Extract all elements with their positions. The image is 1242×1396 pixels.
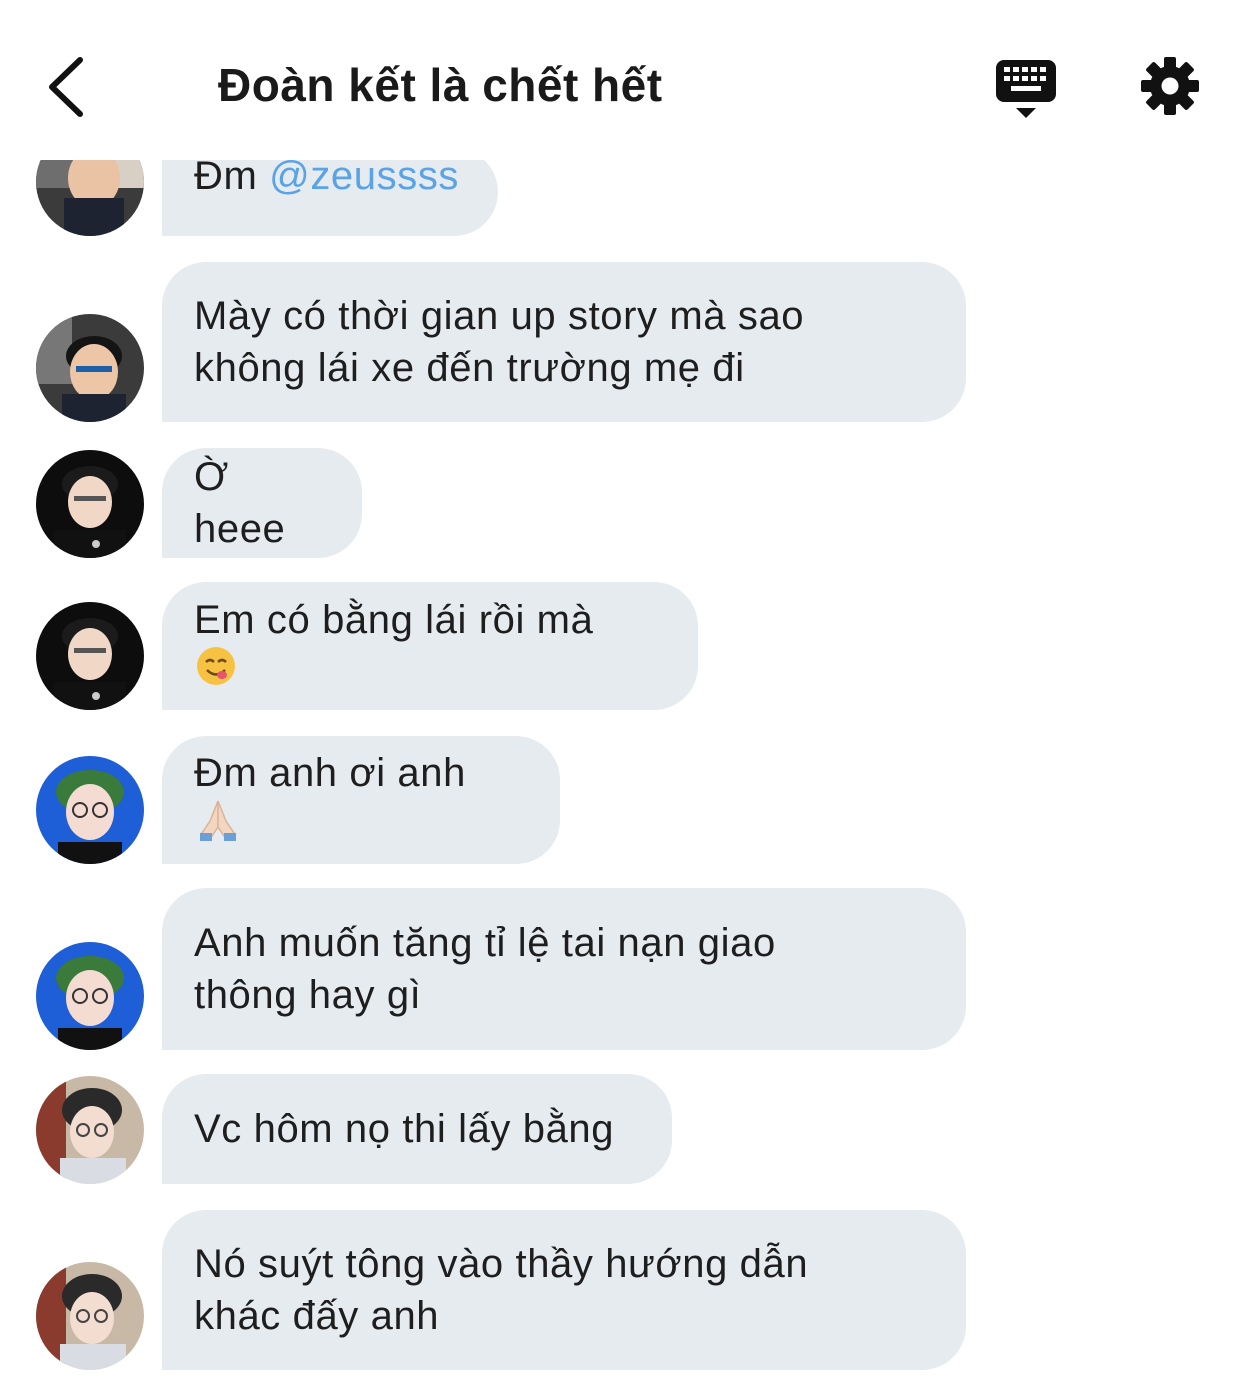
keyboard-icon bbox=[996, 60, 1056, 118]
keyboard-button[interactable] bbox=[994, 56, 1058, 122]
message-text: Anh muốn tăng tỉ lệ tai nạn giao thông h… bbox=[194, 921, 776, 1017]
message-list[interactable]: Đm @zeussss Mày có thời gian up story mà… bbox=[0, 0, 1242, 1396]
message-text: Ờ heee bbox=[194, 455, 286, 551]
message-bubble[interactable]: Anh muốn tăng tỉ lệ tai nạn giao thông h… bbox=[162, 888, 966, 1050]
message-text: Vc hôm nọ thi lấy bằng bbox=[194, 1107, 615, 1151]
message-bubble[interactable]: Vc hôm nọ thi lấy bằng bbox=[162, 1074, 672, 1184]
settings-button[interactable] bbox=[1140, 56, 1200, 116]
gear-icon bbox=[1141, 57, 1199, 115]
page-title: Đoàn kết là chết hết bbox=[218, 59, 663, 111]
avatar[interactable] bbox=[36, 756, 144, 864]
message-bubble[interactable]: Mày có thời gian up story mà sao không l… bbox=[162, 262, 966, 422]
avatar[interactable] bbox=[36, 450, 144, 558]
chevron-left-icon bbox=[49, 57, 83, 117]
avatar[interactable] bbox=[36, 1262, 144, 1370]
avatar[interactable] bbox=[36, 942, 144, 1050]
message-bubble[interactable]: Ờ heee bbox=[162, 448, 362, 558]
message-bubble[interactable]: Đm anh ơi anh bbox=[162, 736, 560, 864]
chat-header: Đoàn kết là chết hết bbox=[0, 0, 1242, 160]
message-text: Mày có thời gian up story mà sao không l… bbox=[194, 294, 805, 390]
back-button[interactable] bbox=[38, 52, 98, 122]
message-text: Đm anh ơi anh bbox=[194, 747, 466, 854]
message-text: Nó suýt tông vào thầy hướng dẫn khác đấy… bbox=[194, 1242, 809, 1338]
message-bubble[interactable]: Nó suýt tông vào thầy hướng dẫn khác đấy… bbox=[162, 1210, 966, 1370]
message-bubble[interactable]: Đm @zeussss bbox=[162, 148, 498, 236]
message-text-content: Đm anh ơi anh bbox=[194, 750, 466, 795]
folded-hands-icon bbox=[196, 799, 466, 854]
mention-link[interactable]: @zeussss bbox=[269, 154, 459, 198]
avatar[interactable] bbox=[36, 1076, 144, 1184]
message-prefix: Đm bbox=[194, 154, 270, 198]
avatar[interactable] bbox=[36, 602, 144, 710]
message-text-content: Em có bằng lái rồi mà bbox=[194, 597, 594, 642]
yum-face-icon bbox=[196, 646, 593, 699]
message-text: Em có bằng lái rồi mà bbox=[194, 594, 593, 699]
avatar[interactable] bbox=[36, 314, 144, 422]
message-bubble[interactable]: Em có bằng lái rồi mà bbox=[162, 582, 698, 710]
